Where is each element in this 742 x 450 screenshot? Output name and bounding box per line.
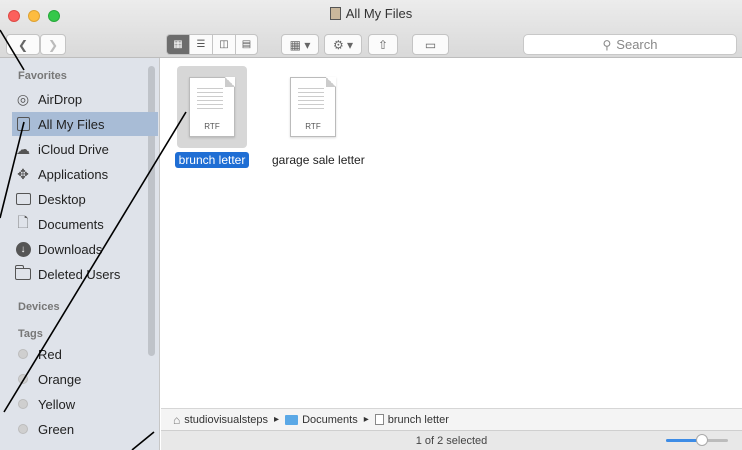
file-name-label[interactable]: garage sale letter [268, 152, 369, 168]
chevron-right-icon: ❯ [47, 37, 59, 52]
gear-icon: ⚙ ▾ [332, 37, 354, 52]
file-item-garage-sale-letter[interactable]: RTF garage sale letter [268, 66, 365, 168]
tag-orange-dot-icon [18, 374, 28, 384]
sidebar-item-downloads[interactable]: ↓ Downloads [14, 237, 144, 261]
file-thumbnail[interactable]: RTF [177, 66, 247, 148]
rtf-document-icon: RTF [189, 77, 235, 137]
tag-icon: ▭ [424, 37, 437, 52]
sidebar-item-documents[interactable]: 🗋 Documents [14, 212, 144, 236]
sidebar-item-all-my-files[interactable]: All My Files [12, 112, 158, 136]
title-bar: All My Files ❮ ❯ ▦ ☰ ◫ ▤ ▦ ▾ ⚙ ▾ ⇧ ▭ ⚲ S… [0, 0, 742, 58]
sidebar-tag-yellow[interactable]: Yellow [14, 392, 144, 416]
column-view-button[interactable]: ◫ [212, 34, 235, 55]
action-button[interactable]: ⚙ ▾ [324, 34, 362, 55]
finder-window: All My Files ❮ ❯ ▦ ☰ ◫ ▤ ▦ ▾ ⚙ ▾ ⇧ ▭ ⚲ S… [0, 0, 742, 450]
airdrop-icon: ◎ [16, 90, 30, 107]
arrange-grid-icon: ▦ ▾ [289, 37, 311, 52]
home-icon: ⌂ [173, 412, 181, 427]
tags-header: Tags [18, 328, 43, 340]
forward-button[interactable]: ❯ [40, 34, 66, 55]
file-name-label[interactable]: brunch letter [174, 152, 250, 168]
cover-flow-icon: ▤ [241, 39, 252, 50]
path-separator-icon: ▸ [363, 414, 369, 425]
path-separator-icon: ▸ [274, 414, 280, 425]
documents-icon: 🗋 [17, 214, 29, 230]
sidebar: Favorites ◎ AirDrop All My Files ☁ iClou… [0, 58, 160, 450]
all-files-icon [14, 116, 32, 132]
sidebar-item-icloud-drive[interactable]: ☁ iCloud Drive [14, 137, 144, 161]
devices-header: Devices [18, 301, 60, 313]
search-icon: ⚲ [602, 37, 612, 52]
search-placeholder: Search [616, 37, 658, 52]
path-bar: ⌂ studiovisualsteps ▸ Documents ▸ brunch… [161, 408, 742, 430]
sidebar-tag-red[interactable]: Red [14, 342, 144, 366]
tag-yellow-dot-icon [18, 399, 28, 409]
list-view-button[interactable]: ☰ [189, 34, 212, 55]
rtf-document-icon: RTF [290, 77, 336, 137]
share-icon: ⇧ [377, 37, 389, 52]
view-mode-control: ▦ ☰ ◫ ▤ [166, 34, 258, 55]
tag-button[interactable]: ▭ [412, 34, 449, 55]
chevron-left-icon: ❮ [17, 37, 29, 52]
file-browser-area[interactable]: RTF brunch letter RTF garage sale letter [161, 58, 742, 408]
share-button[interactable]: ⇧ [368, 34, 398, 55]
downloads-icon: ↓ [14, 241, 32, 257]
sidebar-item-applications[interactable]: ✥ Applications [14, 162, 144, 186]
path-item-documents[interactable]: Documents [285, 414, 358, 426]
selection-status: 1 of 2 selected [415, 434, 488, 447]
window-title: All My Files [0, 6, 742, 21]
applications-icon: ✥ [17, 165, 29, 182]
arrange-button[interactable]: ▦ ▾ [281, 34, 319, 55]
tag-green-dot-icon [18, 424, 28, 434]
cloud-icon: ☁ [16, 140, 30, 157]
columns-icon: ◫ [219, 39, 229, 50]
sidebar-item-desktop[interactable]: Desktop [14, 187, 144, 211]
document-icon [374, 414, 384, 425]
all-files-title-icon [329, 7, 341, 20]
sidebar-item-deleted-users[interactable]: Deleted Users [14, 262, 144, 286]
cover-flow-button[interactable]: ▤ [235, 34, 258, 55]
sidebar-tag-orange[interactable]: Orange [14, 367, 144, 391]
file-thumbnail[interactable]: RTF [278, 66, 348, 148]
favorites-header: Favorites [18, 70, 67, 82]
folder-icon [285, 414, 299, 425]
search-field[interactable]: ⚲ Search [523, 34, 737, 55]
path-item-file[interactable]: brunch letter [374, 414, 449, 426]
status-bar: 1 of 2 selected [161, 430, 742, 450]
icon-view-button[interactable]: ▦ [166, 34, 189, 55]
grid-icon: ▦ [173, 39, 183, 50]
sidebar-item-airdrop[interactable]: ◎ AirDrop [14, 87, 144, 111]
folder-icon [14, 265, 32, 282]
sidebar-scrollbar[interactable] [148, 66, 155, 356]
icon-size-slider[interactable] [666, 434, 728, 446]
back-button[interactable]: ❮ [6, 34, 40, 55]
list-icon: ☰ [196, 39, 206, 50]
slider-knob[interactable] [696, 434, 708, 446]
desktop-icon [14, 191, 32, 207]
path-item-home[interactable]: ⌂ studiovisualsteps [173, 413, 268, 427]
sidebar-tag-green[interactable]: Green [14, 417, 144, 441]
file-item-brunch-letter[interactable]: RTF brunch letter [167, 66, 257, 168]
tag-red-dot-icon [18, 349, 28, 359]
